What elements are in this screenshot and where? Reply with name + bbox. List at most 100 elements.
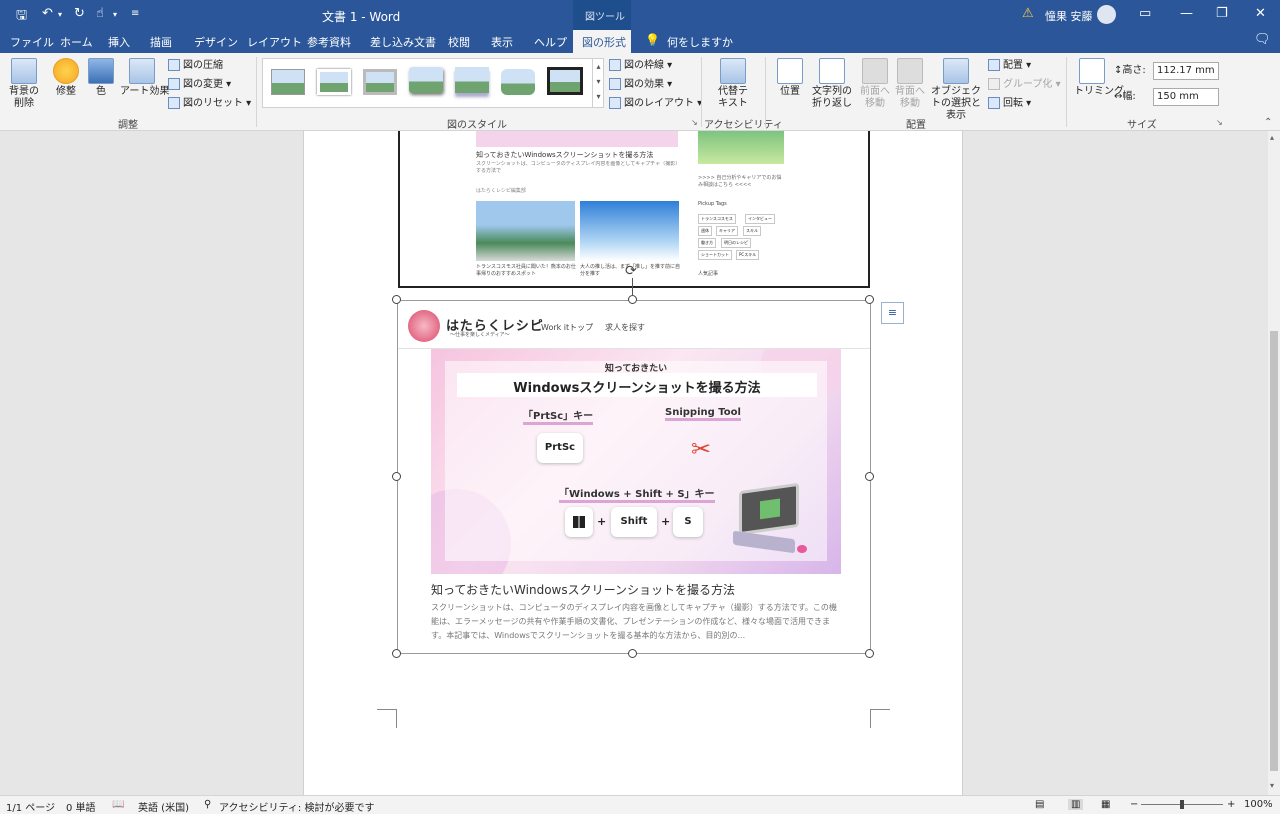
top-caption-left: トランスコスモス社員に聞いた！熊本のお仕事帰りのおすすめスポット — [476, 264, 576, 277]
rotate-handle-icon[interactable]: ⟳ — [625, 263, 637, 279]
align-button[interactable]: 配置 ▾ — [988, 59, 1031, 72]
picture-layout-button[interactable]: 図のレイアウト ▾ — [609, 97, 702, 110]
print-layout-icon[interactable]: ▥ — [1068, 799, 1084, 810]
height-input[interactable]: 112.17 mm — [1153, 62, 1219, 80]
tab-references[interactable]: 参考資料 — [307, 34, 351, 50]
web-layout-icon[interactable]: ▦ — [1101, 799, 1110, 810]
page-count[interactable]: 1/1 ページ — [6, 799, 55, 814]
zoom-in-icon[interactable]: + — [1227, 799, 1235, 810]
corrections-label: 修整 — [56, 86, 76, 97]
avatar-icon[interactable] — [1097, 5, 1116, 24]
resize-handle[interactable] — [392, 295, 401, 304]
artistic-effects-button[interactable]: アート効果 — [120, 58, 169, 98]
resize-handle[interactable] — [865, 295, 874, 304]
rotate-button[interactable]: 回転 ▾ — [988, 97, 1031, 110]
minimize-icon[interactable]: — — [1180, 6, 1193, 21]
resize-handle[interactable] — [865, 649, 874, 658]
selection-pane-button[interactable]: オブジェクトの選択と表示 — [930, 58, 982, 122]
tab-mailings[interactable]: 差し込み文書 — [370, 34, 436, 50]
zoom-out-icon[interactable]: − — [1130, 799, 1138, 810]
position-button[interactable]: 位置 — [776, 58, 804, 98]
height-value: 112.17 mm — [1157, 65, 1215, 76]
scroll-up-icon[interactable]: ▴ — [1270, 133, 1274, 142]
alt-text-button[interactable]: 代替テキスト — [715, 58, 751, 110]
picture-effects-button[interactable]: 図の効果 ▾ — [609, 78, 672, 91]
style-thumb[interactable] — [271, 69, 305, 95]
resize-handle[interactable] — [865, 472, 874, 481]
scroll-down-icon[interactable]: ▾ — [1270, 781, 1274, 790]
style-thumb[interactable] — [409, 67, 443, 93]
restore-icon[interactable]: ❐ — [1216, 6, 1228, 21]
picture-border-button[interactable]: 図の枠線 ▾ — [609, 59, 672, 72]
document-page[interactable]: 知っておきたいWindowsスクリーンショットを撮る方法 スクリーンショットは、… — [303, 131, 963, 795]
dialog-launcher-icon[interactable]: ↘ — [691, 118, 698, 127]
undo-dropdown-icon[interactable]: ▾ — [58, 10, 62, 19]
corrections-button[interactable]: 修整 — [52, 58, 80, 98]
undo-icon[interactable]: ↶ — [42, 6, 53, 21]
corrections-icon — [53, 58, 79, 84]
reset-picture-button[interactable]: 図のリセット ▾ — [168, 97, 251, 110]
accessibility-icon[interactable]: ⚲ — [204, 799, 211, 810]
customize-qat-icon[interactable]: ≡ — [131, 8, 139, 19]
comments-icon[interactable]: 🗨 — [1254, 32, 1271, 47]
change-picture-button[interactable]: 図の変更 ▾ — [168, 78, 231, 91]
group-objects-button[interactable]: グループ化 ▾ — [988, 78, 1061, 91]
read-mode-icon[interactable]: ▤ — [1035, 799, 1044, 810]
language-indicator[interactable]: 英語 (米国) — [138, 799, 189, 814]
remove-background-button[interactable]: 背景の削除 — [6, 58, 42, 110]
top-sidebar-text: >>>> 自己分析やキャリアでのお悩み相談はこちら <<<< — [698, 175, 782, 188]
picture-styles-gallery[interactable]: ▴ ▾ ▾ — [262, 58, 604, 108]
tab-review[interactable]: 校閲 — [448, 34, 470, 50]
crop-button[interactable]: トリミング — [1074, 58, 1124, 98]
vertical-scrollbar[interactable]: ▴ ▾ — [1268, 131, 1280, 795]
zoom-level[interactable]: 100% — [1244, 799, 1273, 810]
tab-draw[interactable]: 描画 — [150, 34, 172, 50]
bring-forward-button[interactable]: 前面へ移動 — [860, 58, 890, 110]
width-input[interactable]: 150 mm — [1153, 88, 1219, 106]
tab-insert[interactable]: 挿入 — [108, 34, 130, 50]
ribbon-display-options-icon[interactable]: ▭ — [1139, 6, 1151, 21]
zoom-slider-thumb[interactable] — [1180, 800, 1184, 809]
send-backward-button[interactable]: 背面へ移動 — [895, 58, 925, 110]
save-icon[interactable]: 🖫 — [16, 6, 27, 28]
compress-pictures-button[interactable]: 図の圧縮 — [168, 59, 223, 72]
proofing-icon[interactable]: 📖 — [112, 799, 124, 810]
wrap-text-button[interactable]: 文字列の折り返し — [808, 58, 856, 110]
resize-handle[interactable] — [392, 649, 401, 658]
resize-handle[interactable] — [628, 295, 637, 304]
close-icon[interactable]: ✕ — [1255, 6, 1266, 21]
tab-layout[interactable]: レイアウト — [247, 34, 302, 50]
warning-icon[interactable]: ⚠ — [1022, 6, 1034, 21]
redo-icon[interactable]: ↻ — [74, 6, 85, 21]
style-thumb[interactable] — [363, 69, 397, 95]
layout-options-icon[interactable]: ≡ — [881, 302, 904, 324]
collapse-ribbon-icon[interactable]: ⌃ — [1264, 117, 1272, 128]
style-thumb[interactable] — [501, 69, 535, 95]
style-thumb[interactable] — [455, 67, 489, 93]
tab-help[interactable]: ヘルプ — [534, 34, 567, 50]
resize-handle[interactable] — [392, 472, 401, 481]
tab-file[interactable]: ファイル — [10, 34, 54, 50]
size-dialog-launcher-icon[interactable]: ↘ — [1216, 118, 1223, 127]
style-thumb[interactable] — [317, 69, 351, 95]
touch-mode-icon[interactable]: ☝ — [96, 6, 104, 21]
gallery-scroll-buttons[interactable]: ▴ ▾ ▾ — [592, 59, 604, 107]
tell-me-search[interactable]: 何をしますか — [667, 34, 733, 50]
style-thumb[interactable] — [547, 67, 583, 95]
color-button[interactable]: 色 — [88, 58, 114, 98]
accessibility-status[interactable]: アクセシビリティ: 検討が必要です — [219, 799, 374, 814]
group-label: グループ化 — [1003, 79, 1053, 90]
scrollbar-thumb[interactable] — [1270, 331, 1278, 771]
computer-monitor-illustration — [739, 482, 799, 536]
lightbulb-icon[interactable]: 💡 — [645, 33, 660, 47]
tab-view[interactable]: 表示 — [491, 34, 513, 50]
tab-design[interactable]: デザイン — [194, 34, 238, 50]
resize-handle[interactable] — [628, 649, 637, 658]
tab-picture-format[interactable]: 図の形式 — [573, 30, 631, 53]
touch-dropdown-icon[interactable]: ▾ — [113, 10, 117, 19]
user-name[interactable]: 憧果 安藤 — [1045, 8, 1093, 24]
tab-home[interactable]: ホーム — [60, 34, 93, 50]
selected-screenshot-image[interactable]: はたらくレシピ 〜仕事を楽しくメディア〜 Work itトップ 求人を探す 知っ… — [397, 300, 871, 654]
thumb-sidebar-banner — [698, 131, 784, 164]
word-count[interactable]: 0 単語 — [66, 799, 96, 814]
